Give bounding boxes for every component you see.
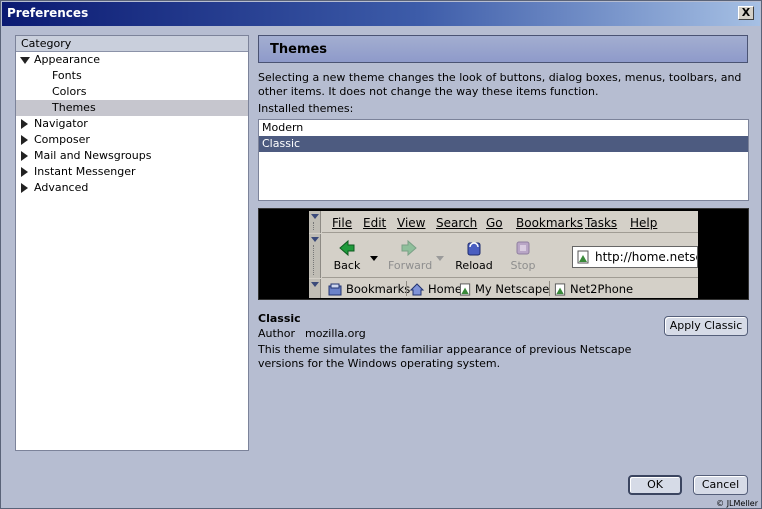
title-bar[interactable]: Preferences X	[2, 2, 760, 26]
preview-url-field: http://home.netscape	[572, 246, 698, 268]
bookmarks-icon	[328, 283, 342, 296]
preview-my-netscape-button: My Netscape	[459, 282, 549, 296]
preview-menu-help: Help	[630, 216, 658, 230]
category-tree[interactable]: Category Appearance Fonts Colors Themes …	[15, 35, 249, 451]
preview-menu-edit: Edit	[363, 216, 387, 230]
tree-item-label: Themes	[52, 101, 96, 114]
tree-item-mail-and-newsgroups[interactable]: Mail and Newsgroups	[16, 148, 248, 164]
tree-item-label: Appearance	[34, 53, 101, 66]
tree-item-label: Instant Messenger	[34, 165, 136, 178]
preview-home-button: Home	[409, 282, 462, 296]
reload-label: Reload	[455, 259, 493, 272]
preview-navigation-toolbar: Back Forward Reload Stop http://home.net…	[322, 234, 698, 278]
back-dropdown-icon	[370, 256, 378, 261]
preview-reload-button: Reload	[455, 239, 493, 272]
panel-title: Themes	[270, 42, 328, 57]
preview-menu-tasks: Tasks	[585, 216, 618, 230]
tree-item-navigator[interactable]: Navigator	[16, 116, 248, 132]
author-label: Author	[258, 327, 296, 340]
forward-label: Forward	[388, 259, 433, 272]
twisty-closed-icon[interactable]	[21, 151, 28, 161]
preview-net2phone-button: Net2Phone	[554, 282, 633, 296]
page-proxy-icon	[577, 250, 589, 264]
preview-bookmarks-button: Bookmarks	[328, 282, 410, 296]
tree-item-advanced[interactable]: Advanced	[16, 180, 248, 196]
menubar-grippy	[309, 211, 321, 233]
twisty-closed-icon[interactable]	[21, 183, 28, 193]
preview-browser-chrome: File Edit View Search Go Bookmarks Tasks…	[309, 211, 698, 298]
ok-button[interactable]: OK	[628, 475, 682, 495]
preview-forward-button: Forward	[388, 239, 433, 272]
stop-label: Stop	[510, 259, 536, 272]
preview-personal-toolbar: Bookmarks Home My Netscape Net2Phone	[322, 279, 698, 298]
installed-themes-label: Installed themes:	[258, 102, 354, 115]
theme-preview: File Edit View Search Go Bookmarks Tasks…	[258, 208, 749, 300]
installed-themes-list[interactable]: Modern Classic	[258, 119, 749, 201]
tree-item-colors[interactable]: Colors	[16, 84, 248, 100]
home-icon	[409, 283, 425, 296]
twisty-open-icon[interactable]	[20, 57, 30, 64]
apply-theme-button[interactable]: Apply Classic	[664, 316, 748, 336]
preview-menu-bookmarks: Bookmarks	[516, 216, 584, 230]
preview-back-button: Back	[332, 239, 362, 272]
close-icon: X	[741, 6, 751, 19]
author-value: mozilla.org	[305, 327, 366, 340]
preview-toolbar-separator	[406, 281, 407, 296]
forward-arrow-icon	[401, 239, 417, 257]
preview-stop-button: Stop	[508, 239, 538, 272]
reload-icon	[467, 242, 481, 256]
stop-icon	[516, 241, 530, 255]
personal-toolbar-grippy	[309, 279, 321, 298]
preview-menu-view: View	[397, 216, 426, 230]
twisty-closed-icon[interactable]	[21, 167, 28, 177]
tree-item-label: Colors	[52, 85, 87, 98]
tree-item-label: Mail and Newsgroups	[34, 149, 152, 162]
preview-menu-file: File	[332, 216, 353, 230]
tree-item-label: Navigator	[34, 117, 88, 130]
category-column-header[interactable]: Category	[16, 36, 248, 52]
preferences-window: Preferences X Category Appearance Fonts …	[0, 0, 762, 509]
theme-item-classic[interactable]: Classic	[259, 136, 748, 152]
theme-author: Author mozilla.org	[258, 327, 366, 340]
back-arrow-icon	[339, 239, 355, 257]
forward-dropdown-icon	[436, 256, 444, 261]
tree-item-instant-messenger[interactable]: Instant Messenger	[16, 164, 248, 180]
bookmark-page-icon	[554, 283, 566, 296]
theme-item-modern[interactable]: Modern	[259, 120, 748, 136]
themes-description: Selecting a new theme changes the look o…	[258, 71, 742, 98]
preview-menu-go: Go	[486, 216, 503, 230]
back-label: Back	[333, 259, 361, 272]
cancel-button[interactable]: Cancel	[693, 475, 748, 495]
bookmark-page-icon	[459, 283, 471, 296]
preview-url-text: http://home.netscape	[595, 250, 697, 264]
selected-theme-description: This theme simulates the familiar appear…	[258, 343, 632, 370]
twisty-closed-icon[interactable]	[21, 119, 28, 129]
tree-item-label: Composer	[34, 133, 90, 146]
tree-item-composer[interactable]: Composer	[16, 132, 248, 148]
close-button[interactable]: X	[738, 6, 754, 20]
panel-header: Themes	[258, 35, 748, 63]
tree-item-themes[interactable]: Themes	[16, 100, 248, 116]
selected-theme-name: Classic	[258, 312, 301, 325]
window-title: Preferences	[7, 6, 89, 20]
preview-menu-search: Search	[436, 216, 478, 230]
preview-menubar: File Edit View Search Go Bookmarks Tasks…	[322, 211, 698, 233]
tree-item-label: Advanced	[34, 181, 89, 194]
preview-toolbar-separator	[549, 281, 550, 296]
tree-item-appearance[interactable]: Appearance	[16, 52, 248, 68]
tree-item-label: Fonts	[52, 69, 82, 82]
tree-item-fonts[interactable]: Fonts	[16, 68, 248, 84]
image-credit: © JLMeller	[716, 499, 758, 508]
navbar-grippy	[309, 234, 321, 278]
twisty-closed-icon[interactable]	[21, 135, 28, 145]
